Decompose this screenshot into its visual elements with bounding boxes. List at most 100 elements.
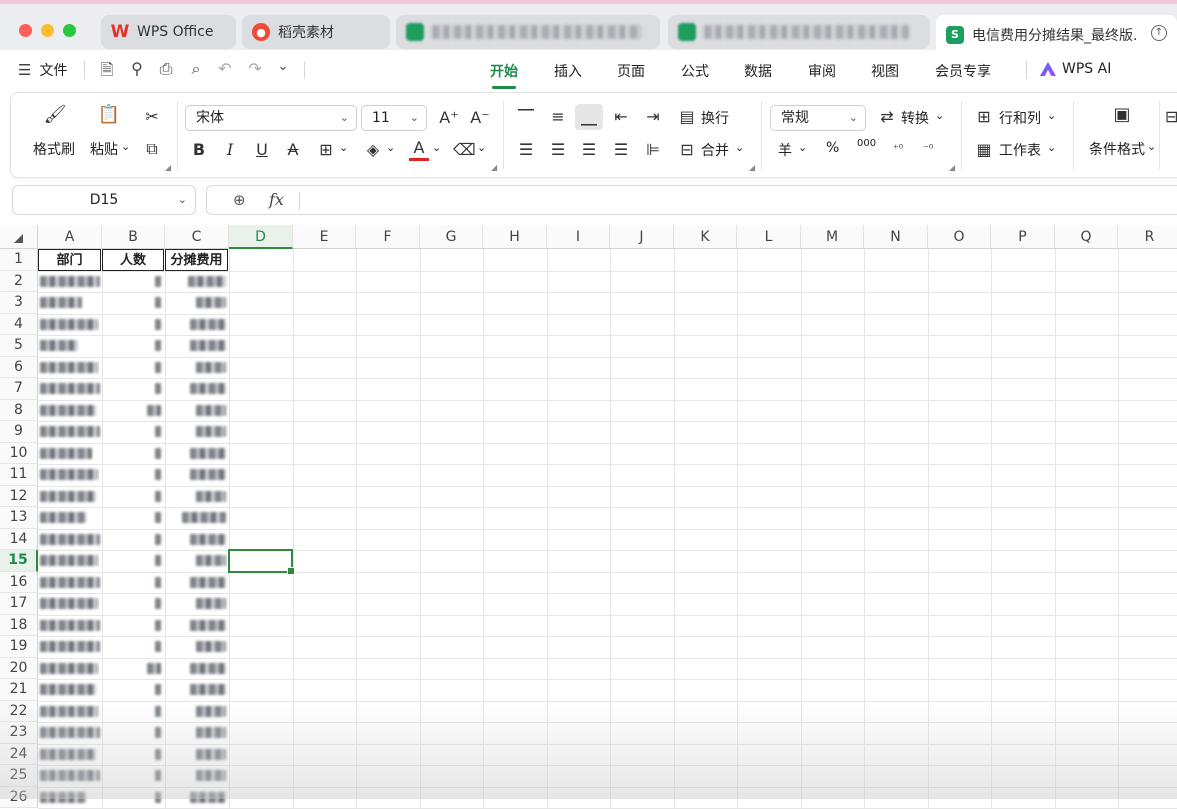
share-icon[interactable]: ⚲: [126, 59, 148, 78]
row-header-22[interactable]: 22: [0, 700, 38, 722]
tab-active-document[interactable]: S 电信费用分摊结果_最终版. ↑: [936, 15, 1177, 54]
column-header-k[interactable]: K: [674, 225, 737, 249]
paste-button[interactable]: 粘贴: [90, 139, 118, 159]
row-header-14[interactable]: 14: [0, 528, 38, 550]
row-header-26[interactable]: 26: [0, 786, 38, 808]
row-header-12[interactable]: 12: [0, 485, 38, 507]
tab-insert[interactable]: 插入: [554, 61, 582, 81]
decrease-indent-icon[interactable]: ⇤: [611, 107, 631, 127]
column-header-g[interactable]: G: [420, 225, 483, 249]
italic-icon[interactable]: I: [220, 140, 240, 160]
justify-icon[interactable]: ☰: [611, 140, 631, 160]
tab-data[interactable]: 数据: [744, 61, 772, 81]
column-header-h[interactable]: H: [483, 225, 547, 249]
number-format-select[interactable]: 常规 ⌄: [770, 105, 866, 131]
row-header-16[interactable]: 16: [0, 571, 38, 593]
print-icon[interactable]: ⎙: [155, 59, 177, 79]
column-header-n[interactable]: N: [864, 225, 928, 249]
wps-ai-button[interactable]: WPS AI: [1040, 61, 1111, 77]
expand-icon[interactable]: ◢: [491, 163, 497, 172]
row-header-9[interactable]: 9: [0, 421, 38, 443]
chevron-down-icon[interactable]: ⌄: [272, 59, 294, 74]
cut-icon[interactable]: ✂: [141, 107, 163, 127]
font-name-select[interactable]: 宋体 ⌄: [185, 105, 357, 131]
expand-icon[interactable]: ◢: [749, 163, 755, 172]
tab-daoke[interactable]: ● 稻壳素材: [242, 15, 390, 49]
chevron-down-icon[interactable]: ⌄: [798, 141, 807, 154]
chevron-down-icon[interactable]: ⌄: [735, 141, 744, 154]
row-header-11[interactable]: 11: [0, 464, 38, 486]
align-left-icon[interactable]: ☰: [516, 140, 536, 160]
header-cell-c[interactable]: 分摊费用: [165, 249, 228, 271]
row-header-23[interactable]: 23: [0, 722, 38, 744]
formula-bar[interactable]: ⊕ fx: [206, 185, 1177, 215]
conditional-format-button[interactable]: 条件格式: [1089, 139, 1145, 159]
column-header-f[interactable]: F: [356, 225, 420, 249]
column-header-c[interactable]: C: [165, 225, 229, 249]
row-header-4[interactable]: 4: [0, 313, 38, 335]
name-box[interactable]: D15 ⌄: [12, 185, 196, 215]
chevron-down-icon[interactable]: ⌄: [386, 141, 395, 154]
tab-page[interactable]: 页面: [617, 61, 645, 81]
column-header-q[interactable]: Q: [1055, 225, 1118, 249]
row-header-20[interactable]: 20: [0, 657, 38, 679]
row-header-3[interactable]: 3: [0, 292, 38, 314]
column-header-o[interactable]: O: [928, 225, 991, 249]
row-header-1[interactable]: 1: [0, 249, 38, 271]
currency-button[interactable]: 羊: [778, 140, 792, 160]
column-header-l[interactable]: L: [737, 225, 801, 249]
row-header-17[interactable]: 17: [0, 593, 38, 615]
spreadsheet-grid[interactable]: A B C D E F G H I J K L M N O P Q R 1 2 3 4 5 6 7 8 9 10 11 12 13 14 15 1…: [0, 225, 1177, 809]
row-header-15[interactable]: 15: [0, 550, 38, 572]
column-header-a[interactable]: A: [38, 225, 102, 249]
expand-icon[interactable]: ◢: [165, 163, 171, 172]
chevron-down-icon[interactable]: ⌄: [935, 109, 944, 122]
row-header-24[interactable]: 24: [0, 743, 38, 765]
tab-blurred-1[interactable]: [396, 15, 660, 49]
increase-decimal-icon[interactable]: ⁺⁰: [887, 139, 909, 159]
font-color-icon[interactable]: A: [409, 138, 429, 161]
percent-button[interactable]: %: [826, 140, 839, 156]
worksheet-button[interactable]: 工作表: [999, 140, 1041, 160]
file-menu[interactable]: ☰ 文件: [18, 60, 67, 80]
font-size-select[interactable]: 11 ⌄: [361, 105, 427, 131]
column-header-d[interactable]: D: [229, 225, 293, 249]
column-header-p[interactable]: P: [991, 225, 1055, 249]
column-header-b[interactable]: B: [102, 225, 165, 249]
eraser-icon[interactable]: ⌫: [453, 140, 476, 160]
select-all-corner[interactable]: [0, 225, 38, 249]
chevron-down-icon[interactable]: ⌄: [1047, 109, 1056, 122]
chevron-down-icon[interactable]: ⌄: [477, 141, 486, 154]
row-header-5[interactable]: 5: [0, 335, 38, 357]
save-icon[interactable]: 🗎: [96, 59, 118, 86]
row-header-25[interactable]: 25: [0, 765, 38, 787]
function-icon[interactable]: fx: [269, 190, 284, 209]
align-center-icon[interactable]: ☰: [548, 140, 568, 160]
merge-button[interactable]: 合并: [701, 140, 729, 160]
rows-cols-button[interactable]: 行和列: [999, 108, 1041, 128]
tab-review[interactable]: 审阅: [808, 61, 836, 81]
align-middle-icon[interactable]: ≡: [548, 107, 568, 127]
tab-formula[interactable]: 公式: [681, 61, 709, 81]
underline-icon[interactable]: U: [252, 140, 272, 160]
close-window-button[interactable]: [19, 24, 32, 37]
row-header-18[interactable]: 18: [0, 614, 38, 636]
zoom-formula-icon[interactable]: ⊕: [233, 191, 246, 209]
tab-view[interactable]: 视图: [871, 61, 899, 81]
column-header-m[interactable]: M: [801, 225, 864, 249]
increase-indent-icon[interactable]: ⇥: [643, 107, 663, 127]
chevron-down-icon[interactable]: ⌄: [1047, 141, 1056, 154]
chevron-down-icon[interactable]: ⌄: [1147, 140, 1156, 153]
strikethrough-icon[interactable]: A: [283, 140, 303, 160]
tab-member[interactable]: 会员专享: [935, 61, 991, 81]
minimize-window-button[interactable]: [41, 24, 54, 37]
align-right-icon[interactable]: ☰: [579, 140, 599, 160]
maximize-window-button[interactable]: [63, 24, 76, 37]
row-header-2[interactable]: 2: [0, 270, 38, 292]
redo-icon[interactable]: ↷: [244, 59, 266, 78]
column-header-e[interactable]: E: [293, 225, 356, 249]
format-painter-button[interactable]: 格式刷: [33, 139, 75, 159]
row-header-21[interactable]: 21: [0, 679, 38, 701]
active-cell-d15[interactable]: [228, 549, 295, 574]
tab-home[interactable]: 开始: [490, 61, 518, 89]
